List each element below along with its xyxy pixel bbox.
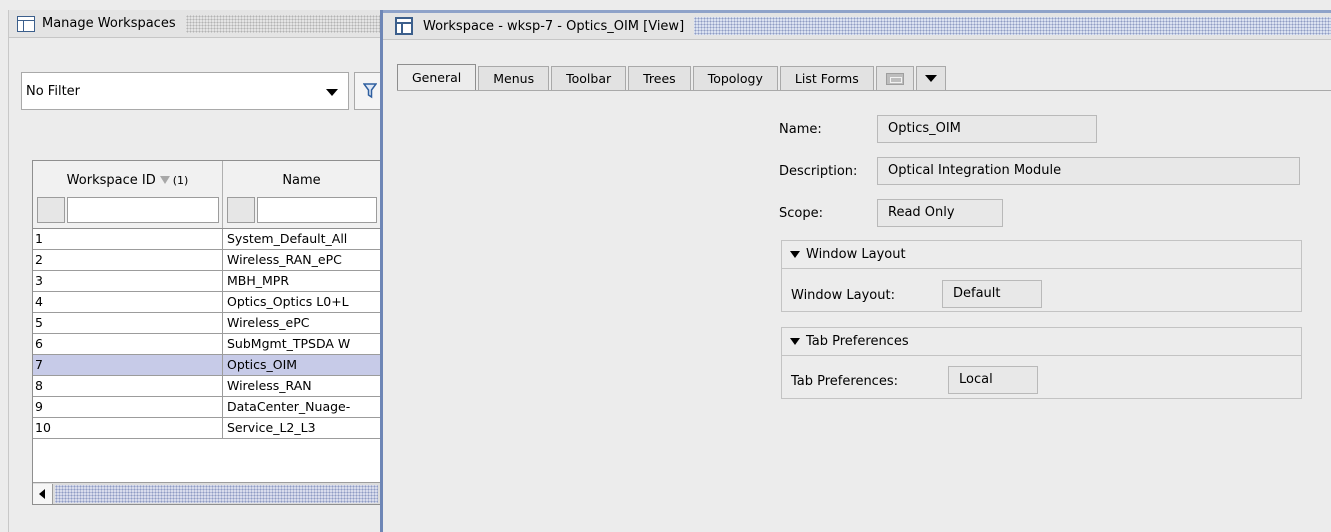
manage-workspaces-panel: Manage Workspaces No Filter Workspace ID…	[8, 10, 384, 532]
filter-operator-button[interactable]	[37, 197, 65, 223]
description-label: Description:	[779, 164, 858, 179]
table-row[interactable]: 6 SubMgmt_TPSDA W	[33, 334, 380, 355]
cell-name: Optics_OIM	[227, 357, 298, 372]
manage-workspaces-titlebar[interactable]: Manage Workspaces	[9, 10, 380, 38]
table-row[interactable]: 4 Optics_Optics L0+L	[33, 292, 380, 313]
chevron-down-icon	[326, 89, 338, 96]
name-field: Optics_OIM	[877, 115, 1097, 143]
table-row[interactable]: 3 MBH_MPR	[33, 271, 380, 292]
cell-name: MBH_MPR	[227, 273, 290, 288]
column-label-name: Name	[282, 173, 321, 188]
cell-id: 10	[33, 418, 223, 438]
table-row[interactable]: 1 System_Default_All	[33, 229, 380, 250]
scroll-left-button[interactable]	[33, 483, 53, 504]
collapse-triangle-icon	[790, 338, 800, 345]
table-row[interactable]: 5 Wireless_ePC	[33, 313, 380, 334]
workspace-view-window: Workspace - wksp-7 - Optics_OIM [View] G…	[380, 10, 1331, 532]
cell-name: Wireless_RAN_ePC	[227, 252, 342, 267]
scope-label: Scope:	[779, 206, 823, 221]
tab-bar: General Menus Toolbar Trees Topology Lis…	[397, 64, 948, 90]
description-field: Optical Integration Module	[877, 157, 1300, 185]
table-row[interactable]: 2 Wireless_RAN_ePC	[33, 250, 380, 271]
name-label: Name:	[779, 122, 822, 137]
panel-title: Manage Workspaces	[42, 16, 176, 31]
window-layout-field: Default	[942, 280, 1042, 308]
filter-select-value: No Filter	[26, 83, 81, 99]
chevron-down-icon	[924, 75, 937, 82]
window-layout-label: Window Layout:	[791, 288, 895, 303]
tab-menus[interactable]: Menus	[478, 66, 550, 90]
filter-operator-button[interactable]	[227, 197, 255, 223]
tab-preferences-section-header[interactable]: Tab Preferences	[782, 328, 1301, 356]
workspace-id-filter-input[interactable]	[67, 197, 219, 223]
tab-preferences-section-title: Tab Preferences	[806, 334, 909, 349]
window-layout-section-header[interactable]: Window Layout	[782, 241, 1301, 269]
table-body: 1 System_Default_All 2 Wireless_RAN_ePC 3M…	[33, 229, 380, 439]
column-header-name[interactable]: Name	[223, 161, 380, 228]
column-label-workspace-id: Workspace ID	[66, 173, 156, 188]
horizontal-scrollbar[interactable]	[33, 482, 380, 504]
tab-preferences-label: Tab Preferences:	[791, 374, 898, 389]
cell-name: SubMgmt_TPSDA W	[227, 336, 351, 351]
filter-select[interactable]: No Filter	[21, 72, 349, 110]
cell-id: 6	[33, 334, 223, 354]
cell-name: Optics_Optics L0+L	[227, 294, 349, 309]
window-layout-section: Window Layout Window Layout: Default	[781, 240, 1302, 312]
cell-id: 7	[33, 355, 223, 375]
tab-trees[interactable]: Trees	[628, 66, 691, 90]
collapse-triangle-icon	[790, 251, 800, 258]
scrollbar-track[interactable]	[55, 484, 378, 503]
cell-id: 4	[33, 292, 223, 312]
tab-list-forms[interactable]: List Forms	[779, 66, 874, 90]
table-header: Workspace ID (1) Name	[33, 161, 380, 229]
cell-name: Wireless_ePC	[227, 315, 310, 330]
cell-id: 3	[33, 271, 223, 291]
cell-id: 1	[33, 229, 223, 249]
cell-name: Wireless_RAN	[227, 378, 312, 393]
cell-id: 8	[33, 376, 223, 396]
tabs-overflow-button[interactable]	[915, 66, 946, 90]
titlebar-grip	[694, 17, 1331, 35]
tab-preferences-section: Tab Preferences Tab Preferences: Local	[781, 327, 1302, 399]
tab-topology[interactable]: Topology	[692, 66, 778, 90]
workspace-icon	[17, 15, 35, 32]
cell-name: DataCenter_Nuage-	[227, 399, 351, 414]
table-row[interactable]: 10 Service_L2_L3	[33, 418, 380, 439]
funnel-icon	[363, 83, 377, 99]
cell-id: 5	[33, 313, 223, 333]
tab-divider	[397, 90, 1331, 91]
tab-preferences-field: Local	[948, 366, 1038, 394]
titlebar-grip	[185, 14, 380, 33]
cell-name: Service_L2_L3	[227, 420, 316, 435]
dll-icon	[885, 72, 904, 85]
cell-id: 9	[33, 397, 223, 417]
sort-rank: (1)	[172, 174, 189, 187]
scope-field: Read Only	[877, 199, 1003, 227]
workspace-icon	[395, 17, 413, 35]
column-header-workspace-id[interactable]: Workspace ID (1)	[33, 161, 223, 228]
tab-general[interactable]: General	[397, 64, 477, 90]
cell-id: 2	[33, 250, 223, 270]
table-row[interactable]: 9 DataCenter_Nuage-	[33, 397, 380, 418]
tab-dll[interactable]	[875, 66, 914, 90]
table-row-selected[interactable]: 7 Optics_OIM	[33, 355, 380, 376]
name-filter-input[interactable]	[257, 197, 377, 223]
table-row[interactable]: 8 Wireless_RAN	[33, 376, 380, 397]
window-layout-section-title: Window Layout	[806, 247, 906, 262]
sort-desc-icon	[159, 176, 170, 184]
window-titlebar[interactable]: Workspace - wksp-7 - Optics_OIM [View]	[383, 10, 1331, 40]
cell-name: System_Default_All	[227, 231, 348, 246]
tab-toolbar[interactable]: Toolbar	[551, 66, 627, 90]
workspaces-table: Workspace ID (1) Name 1 System_Default_All…	[32, 160, 381, 505]
window-title: Workspace - wksp-7 - Optics_OIM [View]	[423, 18, 685, 34]
